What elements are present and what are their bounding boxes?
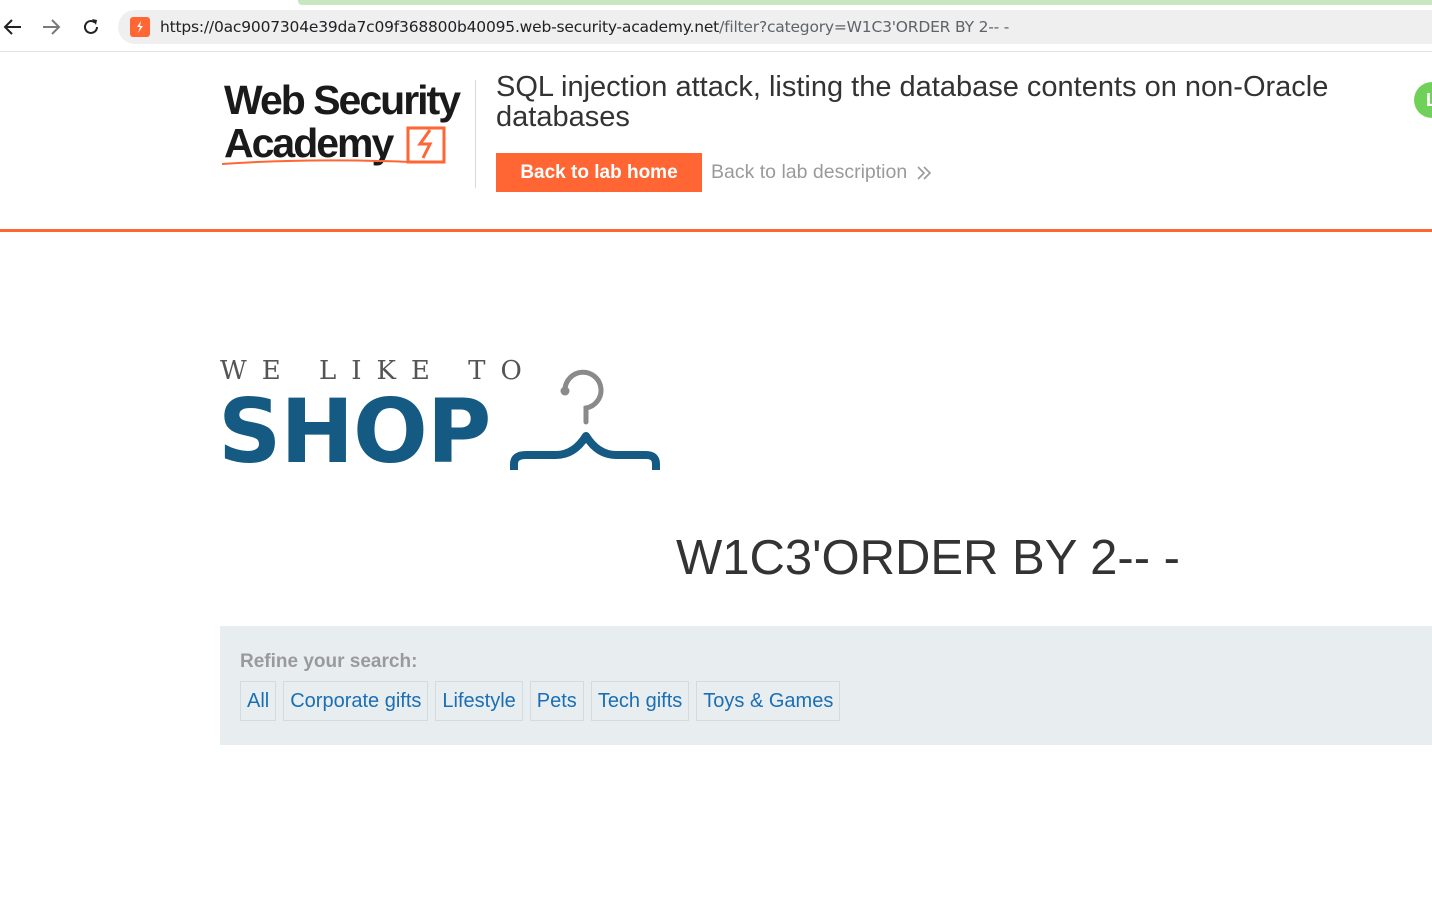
lab-title: SQL injection attack, listing the databa…	[496, 71, 1329, 133]
lab-header: Web Security Academy SQL injection attac…	[0, 52, 1432, 232]
shop-logo[interactable]: WE LIKE TO SHOP	[218, 352, 663, 482]
header-divider	[475, 80, 476, 188]
reload-icon	[84, 19, 98, 34]
back-to-lab-description-link[interactable]: Back to lab description	[711, 161, 933, 184]
shop-word: SHOP	[218, 380, 491, 483]
back-button[interactable]	[0, 14, 26, 40]
filter-panel: Refine your search: All Corporate gifts …	[220, 626, 1432, 745]
filter-tech-gifts[interactable]: Tech gifts	[590, 681, 690, 721]
filter-pets[interactable]: Pets	[529, 681, 584, 721]
user-avatar[interactable]: L	[1414, 82, 1432, 118]
logo-line-2: Academy	[224, 120, 395, 166]
back-to-lab-home-button[interactable]: Back to lab home	[496, 153, 702, 192]
portswigger-icon	[130, 17, 150, 37]
reload-button[interactable]	[78, 14, 104, 40]
page-load-progress	[298, 0, 1432, 5]
category-heading: W1C3'ORDER BY 2-- -	[676, 531, 1180, 585]
url-text[interactable]: https://0ac9007304e39da7c09f368800b40095…	[160, 18, 1009, 36]
arrow-left-icon	[3, 19, 21, 35]
filter-toys-games[interactable]: Toys & Games	[696, 681, 841, 721]
arrow-right-icon	[43, 19, 61, 35]
filter-label: Refine your search:	[240, 651, 418, 672]
filter-corporate-gifts[interactable]: Corporate gifts	[283, 681, 429, 721]
lab-description-label: Back to lab description	[711, 161, 908, 183]
web-security-academy-logo[interactable]: Web Security Academy	[220, 78, 472, 170]
double-chevron-right-icon	[917, 165, 932, 180]
filter-category-list: All Corporate gifts Lifestyle Pets Tech …	[240, 681, 841, 721]
forward-button[interactable]	[38, 14, 64, 40]
hanger-icon	[510, 369, 660, 470]
logo-line-1: Web Security	[224, 78, 461, 123]
filter-lifestyle[interactable]: Lifestyle	[435, 681, 523, 721]
url-path: /filter?category=W1C3'ORDER BY 2-- -	[719, 18, 1010, 36]
filter-all[interactable]: All	[240, 681, 277, 721]
url-origin: https://0ac9007304e39da7c09f368800b40095…	[160, 18, 720, 36]
address-bar[interactable]: https://0ac9007304e39da7c09f368800b40095…	[118, 10, 1432, 44]
browser-toolbar: https://0ac9007304e39da7c09f368800b40095…	[0, 0, 1432, 52]
